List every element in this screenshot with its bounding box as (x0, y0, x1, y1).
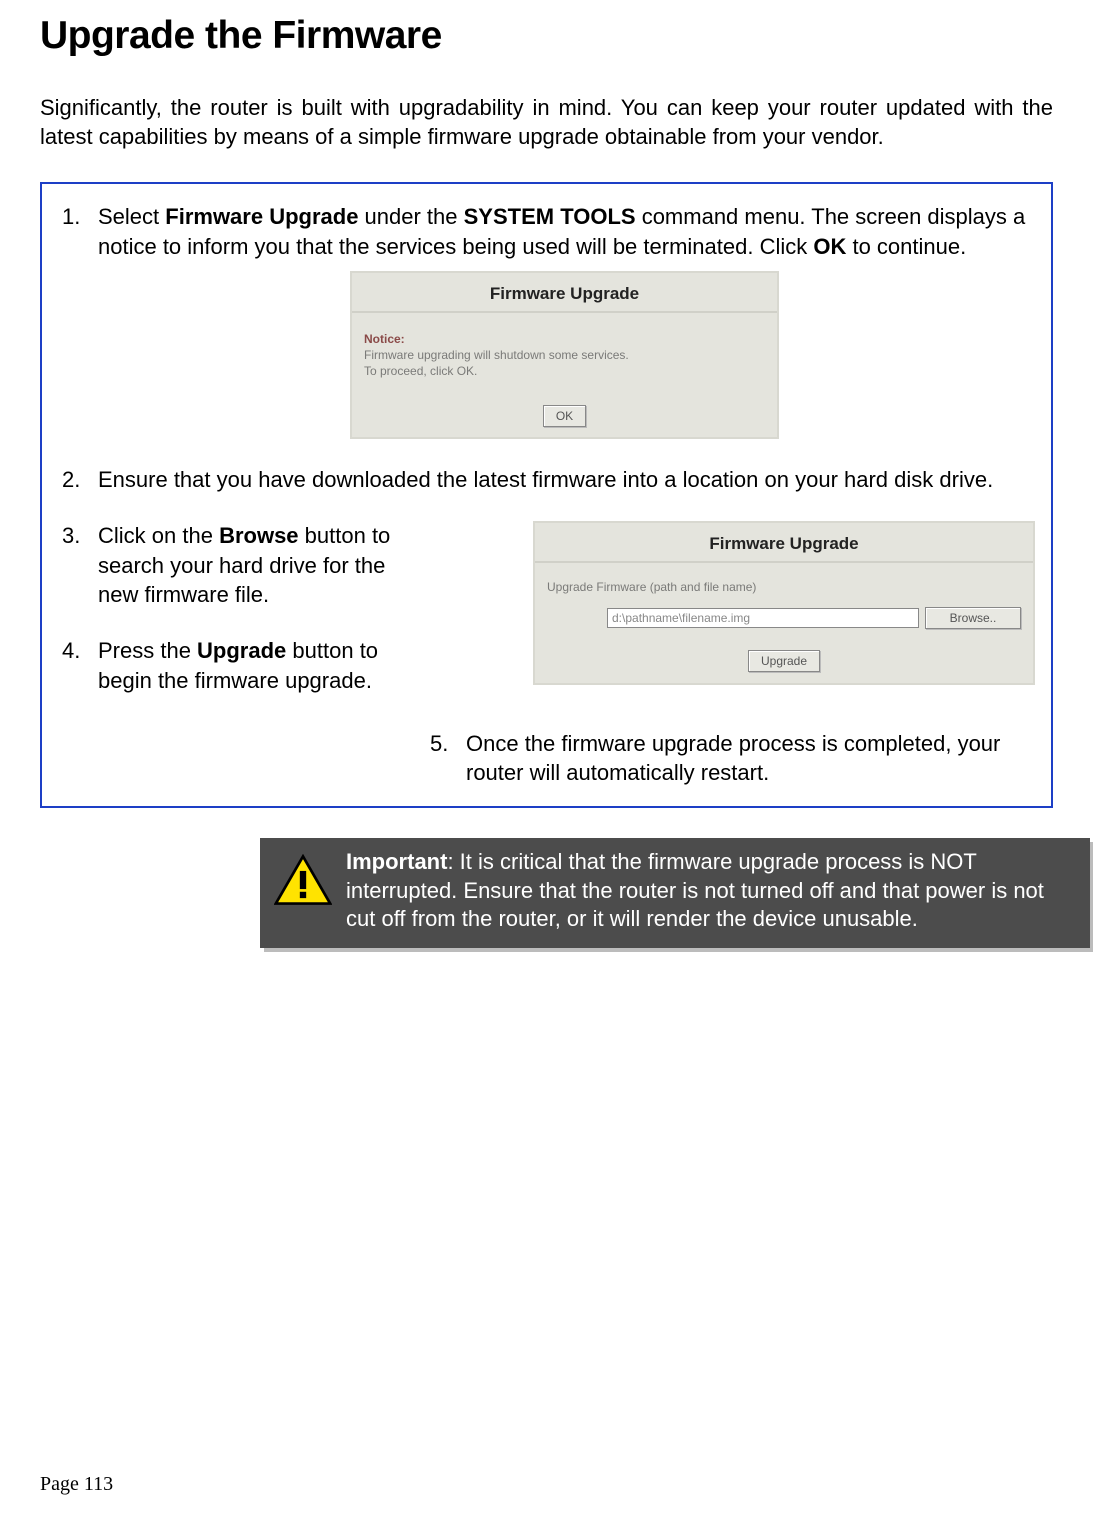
step-1: Select Firmware Upgrade under the SYSTEM… (62, 202, 1031, 439)
text: Press the (98, 638, 197, 663)
upgrade-label: Upgrade (197, 638, 286, 663)
page-number: Page 113 (40, 1471, 113, 1498)
firmware-notice-dialog: Firmware Upgrade Notice: Firmware upgrad… (350, 271, 779, 439)
step5-text: Once the firmware upgrade process is com… (466, 731, 1000, 786)
browse-button[interactable]: Browse.. (925, 607, 1021, 629)
important-callout: Important: It is critical that the firmw… (260, 838, 1090, 948)
upgrade-button[interactable]: Upgrade (748, 650, 820, 672)
notice-label: Notice: (364, 331, 765, 347)
notice-line-2: To proceed, click OK. (364, 364, 477, 378)
ok-button[interactable]: OK (543, 405, 586, 427)
firmware-path-dialog: Firmware Upgrade Upgrade Firmware (path … (533, 521, 1035, 685)
text: under the (358, 204, 463, 229)
warning-icon (274, 854, 332, 906)
dialog-title: Firmware Upgrade (490, 284, 639, 303)
notice-line-1: Firmware upgrading will shutdown some se… (364, 348, 629, 362)
step-2: Ensure that you have downloaded the late… (62, 465, 1031, 495)
system-tools-label: SYSTEM TOOLS (464, 204, 636, 229)
ok-label: OK (813, 234, 846, 259)
text: to continue. (846, 234, 966, 259)
text: Select (98, 204, 165, 229)
browse-label: Browse (219, 523, 298, 548)
step3-number: 3. (62, 521, 80, 551)
path-label: Upgrade Firmware (path and file name) (547, 580, 756, 594)
firmware-upgrade-label: Firmware Upgrade (165, 204, 358, 229)
step-5: 5. Once the firmware upgrade process is … (62, 729, 1031, 788)
steps-panel: Select Firmware Upgrade under the SYSTEM… (40, 182, 1053, 808)
firmware-path-input[interactable] (607, 608, 919, 628)
step4-number: 4. (62, 636, 80, 666)
step5-number: 5. (430, 729, 448, 759)
important-label: Important (346, 849, 447, 874)
intro-paragraph: Significantly, the router is built with … (40, 93, 1053, 152)
important-text: : It is critical that the firmware upgra… (346, 849, 1044, 931)
text: Click on the (98, 523, 219, 548)
page-title: Upgrade the Firmware (40, 10, 1053, 63)
dialog-title: Firmware Upgrade (709, 534, 858, 553)
step-3-4-group: 3. Click on the Browse button to search … (62, 521, 1031, 703)
